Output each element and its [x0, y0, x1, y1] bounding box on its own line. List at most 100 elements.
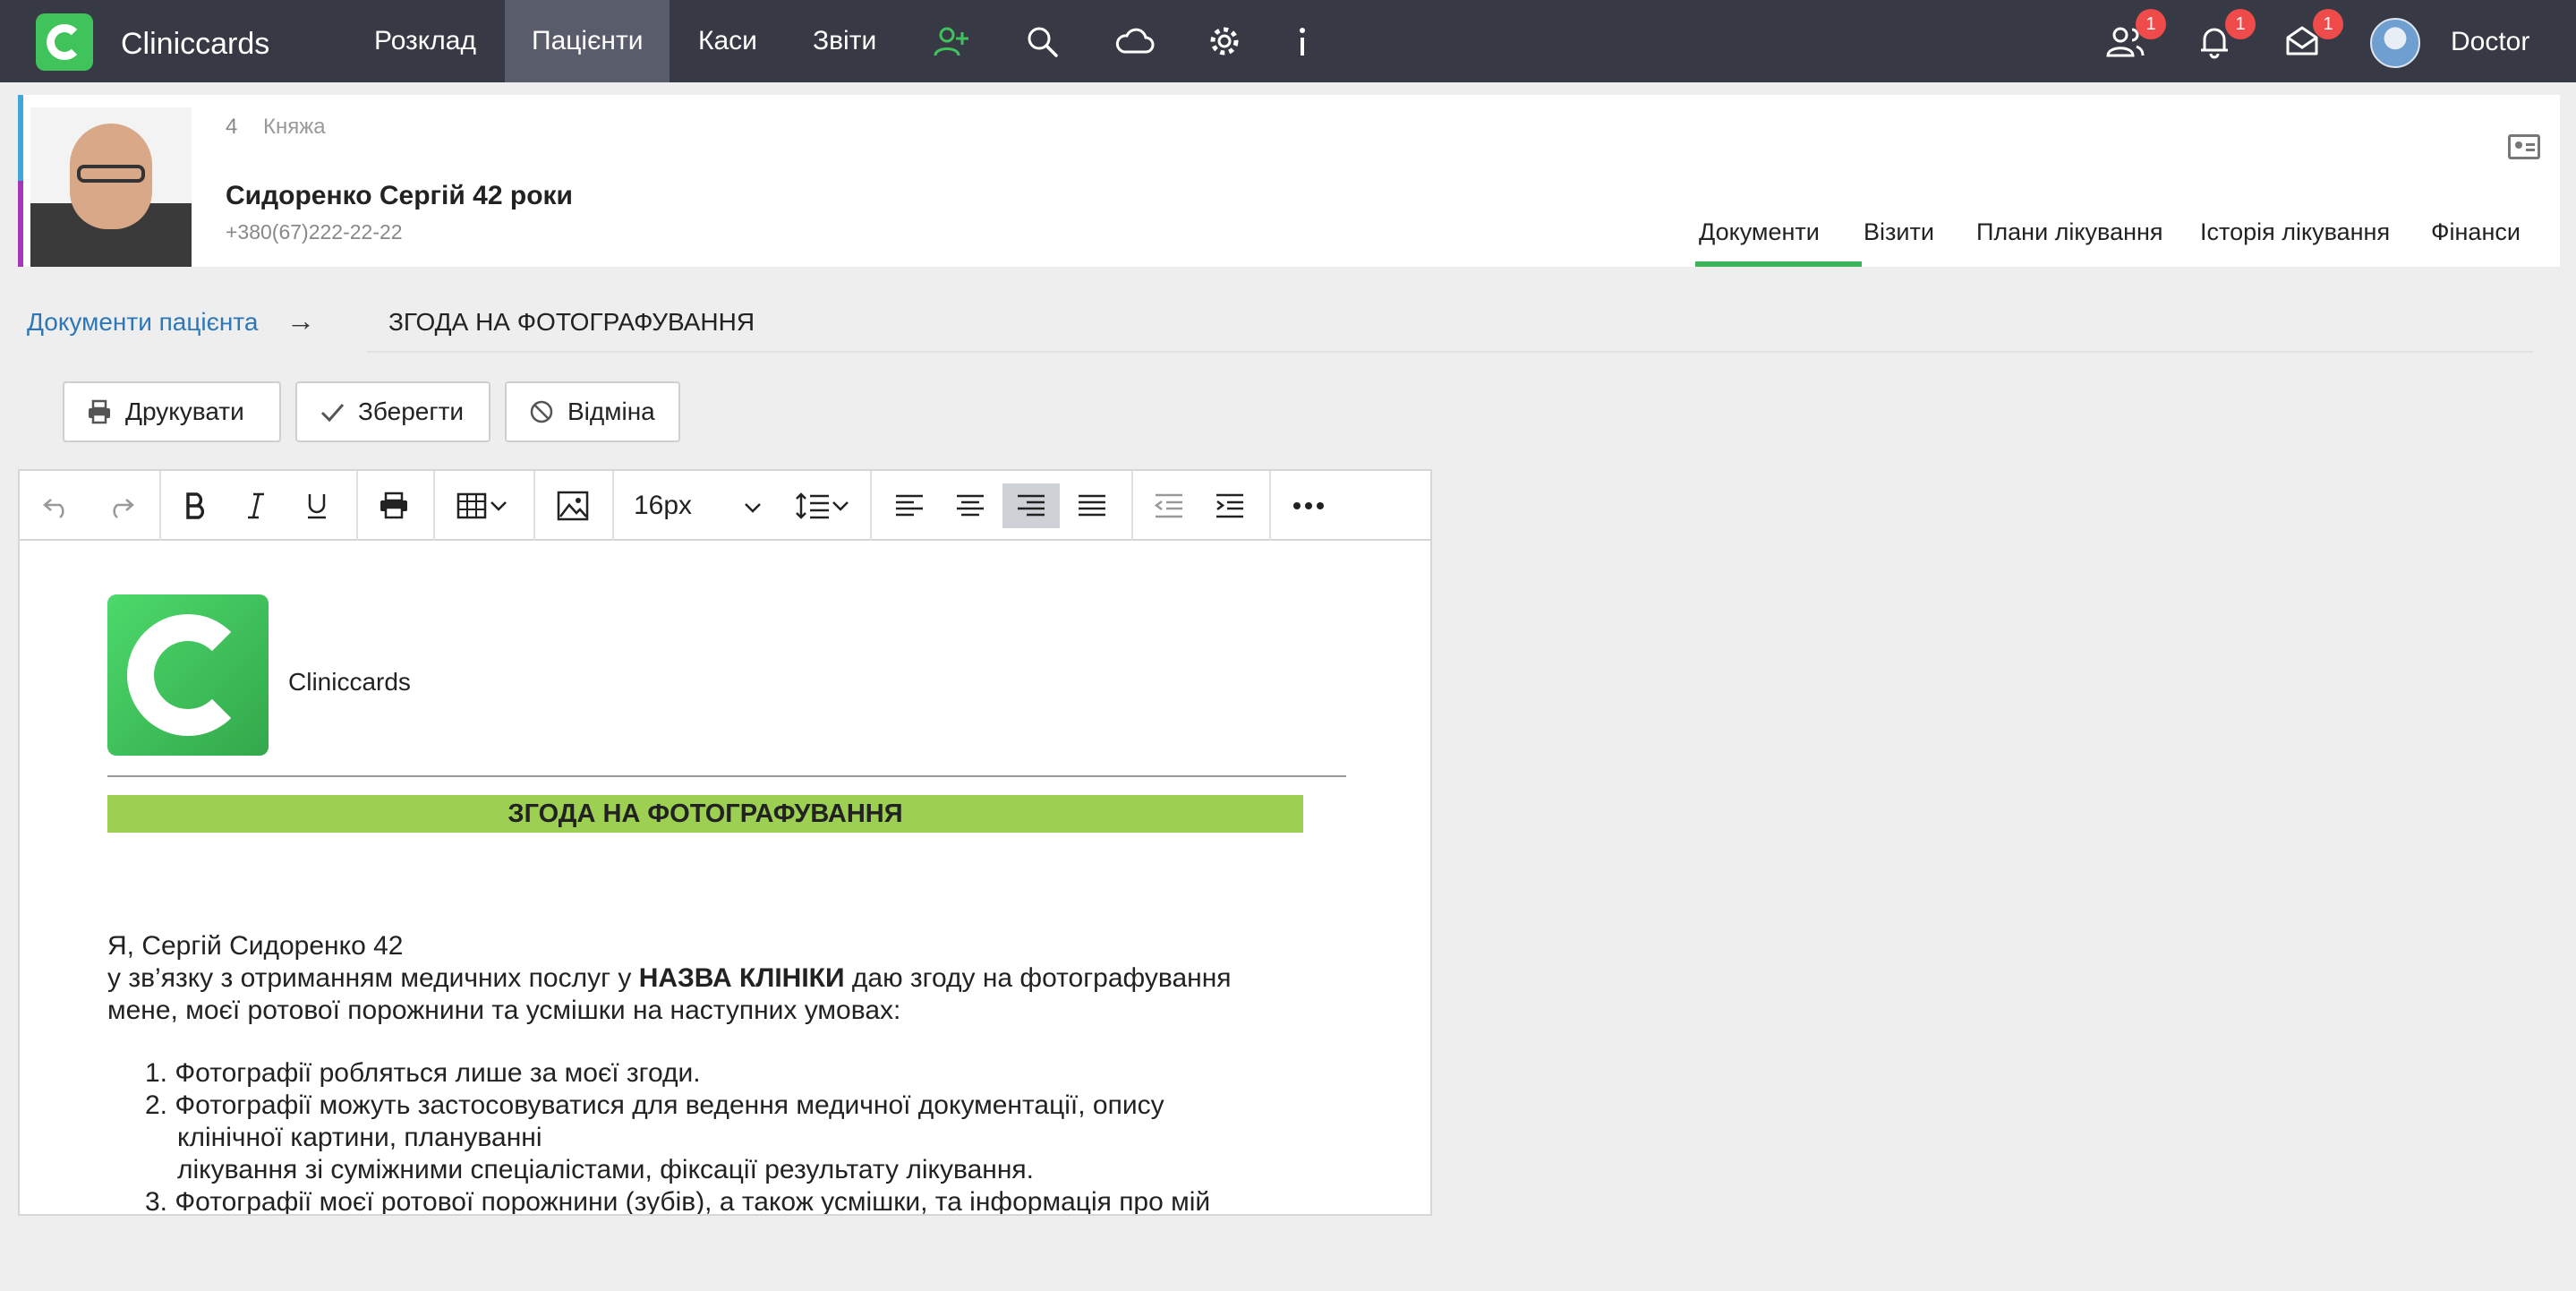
- patient-phone: +380(67)222-22-22: [226, 220, 403, 244]
- nav-item-cash[interactable]: Каси: [671, 0, 784, 82]
- consent-line-name: Я, Сергій Сидоренко 42: [107, 931, 404, 961]
- gear-icon[interactable]: [1207, 23, 1242, 59]
- align-justify-icon: [1079, 494, 1105, 517]
- list-item-continuation: клінічної картини, плануванні: [177, 1123, 542, 1152]
- breadcrumb-arrow: →: [286, 304, 315, 337]
- tab-treatment-plans[interactable]: Плани лікування: [1976, 218, 2163, 246]
- bold-icon: [186, 492, 205, 519]
- cancel-button-label: Відміна: [567, 398, 655, 425]
- cancel-button[interactable]: Відміна: [505, 381, 680, 442]
- document-divider: [107, 775, 1346, 777]
- table-button[interactable]: [442, 483, 523, 528]
- patient-photo[interactable]: [30, 107, 192, 267]
- patient-branch: Княжа: [263, 115, 326, 139]
- list-item: 3. Фотографії моєї ротової порожнини (зу…: [145, 1187, 1211, 1214]
- breadcrumb-divider: [367, 351, 2533, 353]
- align-center-icon: [957, 494, 984, 517]
- nav-item-reports[interactable]: Звіти: [786, 0, 903, 82]
- font-size-select[interactable]: 16px: [634, 483, 692, 528]
- patient-header: 4 Княжа Сидоренко Сергій 42 роки +380(67…: [18, 95, 2560, 267]
- align-justify-button[interactable]: [1063, 483, 1121, 528]
- chevron-down-icon: [832, 501, 849, 511]
- list-item: 2. Фотографії можуть застосовуватися для…: [145, 1090, 1164, 1120]
- align-left-button[interactable]: [881, 483, 938, 528]
- print-button-label: Друкувати: [125, 398, 244, 425]
- tab-finances[interactable]: Фінанси: [2431, 218, 2521, 246]
- undo-button[interactable]: [29, 483, 86, 528]
- bold-button[interactable]: [166, 483, 224, 528]
- table-icon: [456, 492, 487, 519]
- image-button[interactable]: [544, 483, 601, 528]
- toolbar-separator: [870, 471, 872, 541]
- indent-button[interactable]: [1201, 483, 1258, 528]
- toolbar-print-button[interactable]: [365, 483, 422, 528]
- consent-clinic-prefix: у зв’язку з отриманням медичних послуг у: [107, 963, 639, 993]
- notifications-badge: 1: [2225, 9, 2256, 39]
- toolbar-separator: [533, 471, 535, 541]
- ban-icon: [530, 400, 553, 423]
- active-tab-indicator: [1695, 261, 1862, 267]
- breadcrumb-patient-documents[interactable]: Документи пацієнта: [27, 308, 258, 337]
- image-icon: [557, 491, 589, 521]
- more-options-button[interactable]: [1280, 483, 1337, 528]
- outdent-button[interactable]: [1140, 483, 1198, 528]
- list-item-continuation: лікування зі суміжними спеціалістами, фі…: [177, 1155, 1034, 1184]
- patient-color-bar-top: [18, 95, 23, 181]
- user-name[interactable]: Doctor: [2451, 27, 2529, 57]
- messages-badge: 1: [2313, 9, 2343, 39]
- align-right-button[interactable]: [1002, 483, 1060, 528]
- nav-item-patients[interactable]: Пацієнти: [505, 0, 670, 82]
- print-button[interactable]: Друкувати: [63, 381, 281, 442]
- toolbar-separator: [433, 471, 435, 541]
- cliniccards-logo[interactable]: [36, 13, 93, 71]
- tab-visits[interactable]: Візити: [1864, 218, 1934, 246]
- top-navigation-bar: Cliniccards Розклад Пацієнти Каси Звіти …: [0, 0, 2576, 82]
- underline-button[interactable]: [288, 483, 345, 528]
- consent-line-clinic: у зв’язку з отриманням медичних послуг у…: [107, 963, 1232, 994]
- users-badge: 1: [2136, 9, 2166, 39]
- consent-clinic-suffix: даю згоду на фотографування: [844, 963, 1232, 993]
- undo-icon: [43, 499, 64, 518]
- nav-item-schedule[interactable]: Розклад: [347, 0, 503, 82]
- toolbar-separator: [612, 471, 614, 541]
- tab-treatment-history[interactable]: Історія лікування: [2200, 218, 2390, 246]
- list-item: 1. Фотографії робляться лише за моєї зго…: [145, 1058, 701, 1088]
- align-right-icon: [1018, 494, 1045, 517]
- chevron-down-icon[interactable]: [743, 501, 763, 514]
- redo-button[interactable]: [91, 483, 149, 528]
- line-height-icon: [796, 492, 829, 519]
- document-logo: [107, 594, 269, 756]
- indent-icon: [1216, 493, 1243, 518]
- clinic-name-placeholder: НАЗВА КЛІНІКИ: [638, 963, 845, 993]
- cloud-icon[interactable]: [1113, 23, 1155, 59]
- underline-icon: [308, 494, 326, 519]
- consent-line-conditions: мене, моєї ротової порожнини та усмішки …: [107, 996, 901, 1025]
- brand-name[interactable]: Cliniccards: [121, 27, 269, 62]
- add-patient-icon[interactable]: [933, 23, 968, 59]
- patient-name: Сидоренко Сергій 42 роки: [226, 181, 573, 210]
- user-avatar[interactable]: [2370, 18, 2420, 68]
- tab-documents[interactable]: Документи: [1699, 218, 1820, 246]
- toolbar-separator: [356, 471, 358, 541]
- editor-toolbar: 16px: [20, 471, 1430, 541]
- align-center-button[interactable]: [942, 483, 999, 528]
- ellipsis-icon: [1293, 502, 1324, 509]
- document-title: ЗГОДА НА ФОТОГРАФУВАННЯ: [388, 308, 755, 336]
- line-height-button[interactable]: [782, 483, 863, 528]
- info-icon[interactable]: [1289, 23, 1316, 59]
- id-card-icon[interactable]: [2508, 134, 2540, 159]
- check-icon: [320, 404, 345, 423]
- patient-photo-glasses: [77, 165, 145, 183]
- outdent-icon: [1154, 493, 1182, 518]
- redo-icon: [113, 499, 134, 518]
- toolbar-separator: [1131, 471, 1133, 541]
- document-body[interactable]: Cliniccards ЗГОДА НА ФОТОГРАФУВАННЯ Я, С…: [20, 543, 1430, 1214]
- document-banner-title: ЗГОДА НА ФОТОГРАФУВАННЯ: [107, 795, 1303, 833]
- search-icon[interactable]: [1024, 23, 1060, 59]
- printer-icon: [380, 492, 407, 519]
- document-editor: 16px Cliniccards ЗГОДА НА ФОТОГРАФУВАННЯ…: [18, 469, 1432, 1216]
- italic-button[interactable]: [227, 483, 285, 528]
- printer-icon: [89, 399, 110, 424]
- toolbar-separator: [1269, 471, 1271, 541]
- save-button[interactable]: Зберегти: [295, 381, 490, 442]
